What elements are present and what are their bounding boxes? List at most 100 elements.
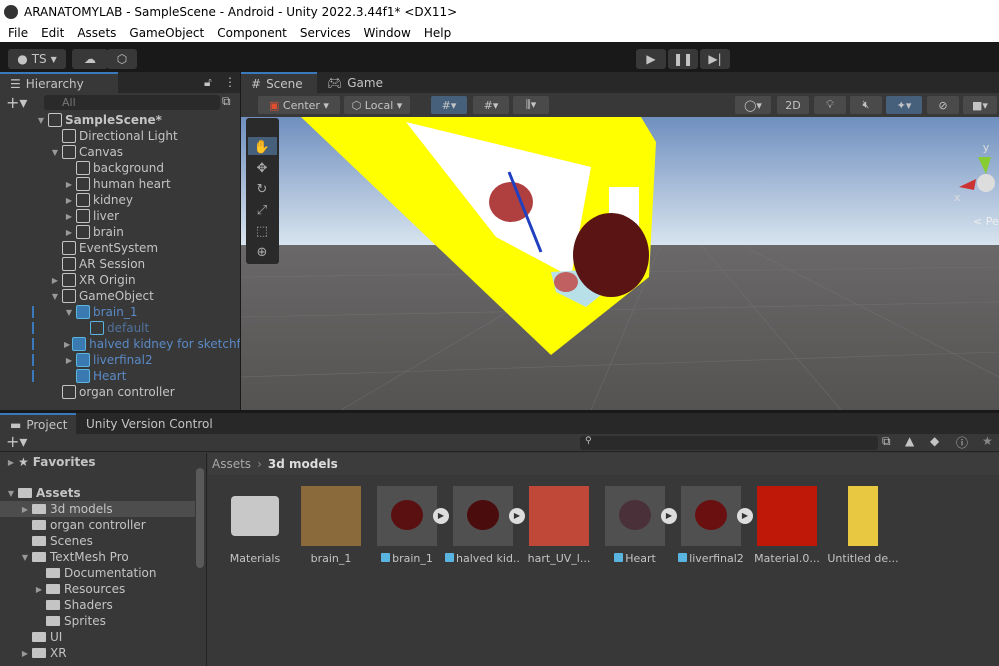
- pause-button[interactable]: ❚❚: [668, 49, 698, 69]
- hierarchy-item[interactable]: ▼ SampleScene*: [0, 112, 240, 128]
- expand-arrow-icon[interactable]: ▶: [18, 505, 32, 514]
- asset-item[interactable]: brain_1: [293, 486, 369, 565]
- visibility-toggle[interactable]: ⊘: [927, 96, 959, 114]
- tree-item[interactable]: organ controller: [0, 517, 195, 533]
- expand-arrow-icon[interactable]: ▶: [64, 228, 74, 237]
- expand-arrow-icon[interactable]: ▶: [32, 585, 46, 594]
- persp-label[interactable]: < Persp: [973, 215, 999, 228]
- asset-item[interactable]: hart_UV_l...: [521, 486, 597, 565]
- tree-item[interactable]: ▶ 3d models: [0, 501, 195, 517]
- expand-arrow-icon[interactable]: ▶: [64, 356, 74, 365]
- settings-button[interactable]: ⬡: [107, 49, 137, 69]
- move-tool-icon[interactable]: ✥: [257, 161, 268, 176]
- rotate-tool-icon[interactable]: ↻: [257, 182, 268, 197]
- expand-icon[interactable]: ⧉: [222, 94, 231, 109]
- hierarchy-item[interactable]: Heart: [0, 368, 240, 384]
- tree-item[interactable]: ▶ XR: [0, 645, 195, 661]
- project-search-input[interactable]: ⚲: [580, 436, 878, 450]
- hierarchy-item[interactable]: ▶ XR Origin: [0, 272, 240, 288]
- hierarchy-search-input[interactable]: All: [44, 95, 220, 110]
- add-icon[interactable]: +▾: [6, 93, 27, 112]
- expand-arrow-icon[interactable]: ▶: [64, 180, 74, 189]
- increment-snap-button[interactable]: #▾: [473, 96, 509, 114]
- warning-icon[interactable]: ⓘ: [956, 434, 968, 451]
- menu-assets[interactable]: Assets: [77, 26, 116, 40]
- menu-gameobject[interactable]: GameObject: [129, 26, 204, 40]
- menu-edit[interactable]: Edit: [41, 26, 64, 40]
- hierarchy-item[interactable]: ▶ liverfinal2: [0, 352, 240, 368]
- tab-scene[interactable]: # Scene: [241, 72, 317, 93]
- tree-item[interactable]: UI: [0, 629, 195, 645]
- asset-item[interactable]: ▶ halved kid...: [445, 486, 525, 565]
- menu-file[interactable]: File: [8, 26, 28, 40]
- hierarchy-item[interactable]: Directional Light: [0, 128, 240, 144]
- expand-arrow-icon[interactable]: ▶: [4, 458, 18, 467]
- play-button[interactable]: ▶: [636, 49, 666, 69]
- hierarchy-item[interactable]: ▼ Canvas: [0, 144, 240, 160]
- menu-help[interactable]: Help: [424, 26, 451, 40]
- ruler-button[interactable]: ⫼▾: [513, 96, 549, 114]
- asset-item[interactable]: ▶ brain_1: [369, 486, 449, 565]
- tab-game[interactable]: 🎮︎ Game: [317, 72, 393, 93]
- expand-arrow-icon[interactable]: ▶: [64, 340, 70, 349]
- tree-item[interactable]: Documentation: [0, 565, 195, 581]
- asset-item[interactable]: Material.0...: [749, 486, 825, 565]
- tree-item[interactable]: Sprites: [0, 613, 195, 629]
- scale-tool-icon[interactable]: ⤢: [257, 203, 267, 218]
- star-icon[interactable]: ★: [982, 434, 993, 448]
- expand-arrow-icon[interactable]: ▶: [64, 196, 74, 205]
- draw-mode-dropdown[interactable]: ◯▾: [735, 96, 771, 114]
- tree-item[interactable]: ▼ TextMesh Pro: [0, 549, 195, 565]
- step-button[interactable]: ▶|: [700, 49, 730, 69]
- breadcrumb-assets[interactable]: Assets: [212, 457, 251, 471]
- hierarchy-item[interactable]: ▶ brain: [0, 224, 240, 240]
- more-icon[interactable]: ⋮: [224, 75, 236, 89]
- expand-arrow-icon[interactable]: ▶: [18, 649, 32, 658]
- breadcrumb-3d-models[interactable]: 3d models: [268, 457, 338, 471]
- hierarchy-item[interactable]: ▶ kidney: [0, 192, 240, 208]
- label-icon[interactable]: ◆: [930, 434, 939, 448]
- hierarchy-item[interactable]: EventSystem: [0, 240, 240, 256]
- hierarchy-item[interactable]: AR Session: [0, 256, 240, 272]
- pivot-dropdown[interactable]: ▣ Center ▾: [258, 96, 340, 114]
- tree-item[interactable]: ▶ ★ Favorites: [0, 454, 195, 470]
- asset-item[interactable]: Untitled de...: [825, 486, 901, 565]
- tree-scrollbar[interactable]: [196, 468, 204, 568]
- rect-tool-icon[interactable]: ⬚: [256, 224, 268, 239]
- hierarchy-item[interactable]: default: [0, 320, 240, 336]
- hierarchy-item[interactable]: organ controller: [0, 384, 240, 400]
- hierarchy-item[interactable]: background: [0, 160, 240, 176]
- account-button[interactable]: ● TS ▼: [8, 49, 66, 69]
- 2d-toggle[interactable]: 2D: [777, 96, 809, 114]
- tab-hierarchy[interactable]: ☰ Hierarchy: [0, 72, 118, 93]
- audio-toggle[interactable]: 🔇︎: [850, 96, 882, 114]
- tree-item[interactable]: ▼ Assets: [0, 485, 195, 501]
- lock-icon[interactable]: 🔓︎: [204, 75, 212, 90]
- expand-arrow-icon[interactable]: ▼: [50, 148, 60, 157]
- hierarchy-item[interactable]: ▼ brain_1: [0, 304, 240, 320]
- filter-type-icon[interactable]: ▲: [905, 434, 914, 448]
- expand-arrow-icon[interactable]: ▼: [64, 308, 74, 317]
- hierarchy-item[interactable]: ▶ halved kidney for sketchfab: [0, 336, 240, 352]
- expand-arrow-icon[interactable]: ▼: [18, 553, 32, 562]
- asset-item[interactable]: ▶ Heart: [597, 486, 677, 565]
- expand-arrow-icon[interactable]: ▶: [50, 276, 60, 285]
- effects-dropdown[interactable]: ✦▾: [886, 96, 922, 114]
- asset-item[interactable]: Materials: [217, 486, 293, 565]
- tab-version-control[interactable]: Unity Version Control: [76, 413, 223, 434]
- cloud-button[interactable]: ☁: [72, 49, 108, 69]
- tree-item[interactable]: ▶ Resources: [0, 581, 195, 597]
- menu-component[interactable]: Component: [217, 26, 287, 40]
- hierarchy-item[interactable]: ▼ GameObject: [0, 288, 240, 304]
- tree-item[interactable]: Scenes: [0, 533, 195, 549]
- asset-item[interactable]: ▶ liverfinal2: [673, 486, 753, 565]
- menu-window[interactable]: Window: [364, 26, 411, 40]
- menu-services[interactable]: Services: [300, 26, 351, 40]
- scene-viewport[interactable]: ✋ ✥ ↻ ⤢ ⬚ ⊕ y x < Persp: [241, 117, 999, 410]
- add-icon[interactable]: +▾: [6, 432, 27, 451]
- expand-arrow-icon[interactable]: ▶: [64, 212, 74, 221]
- expand-arrow-icon[interactable]: ▼: [4, 489, 18, 498]
- tab-project[interactable]: ▬ Project: [0, 413, 76, 434]
- grid-snap-button[interactable]: #▾: [431, 96, 467, 114]
- tree-item[interactable]: Shaders: [0, 597, 195, 613]
